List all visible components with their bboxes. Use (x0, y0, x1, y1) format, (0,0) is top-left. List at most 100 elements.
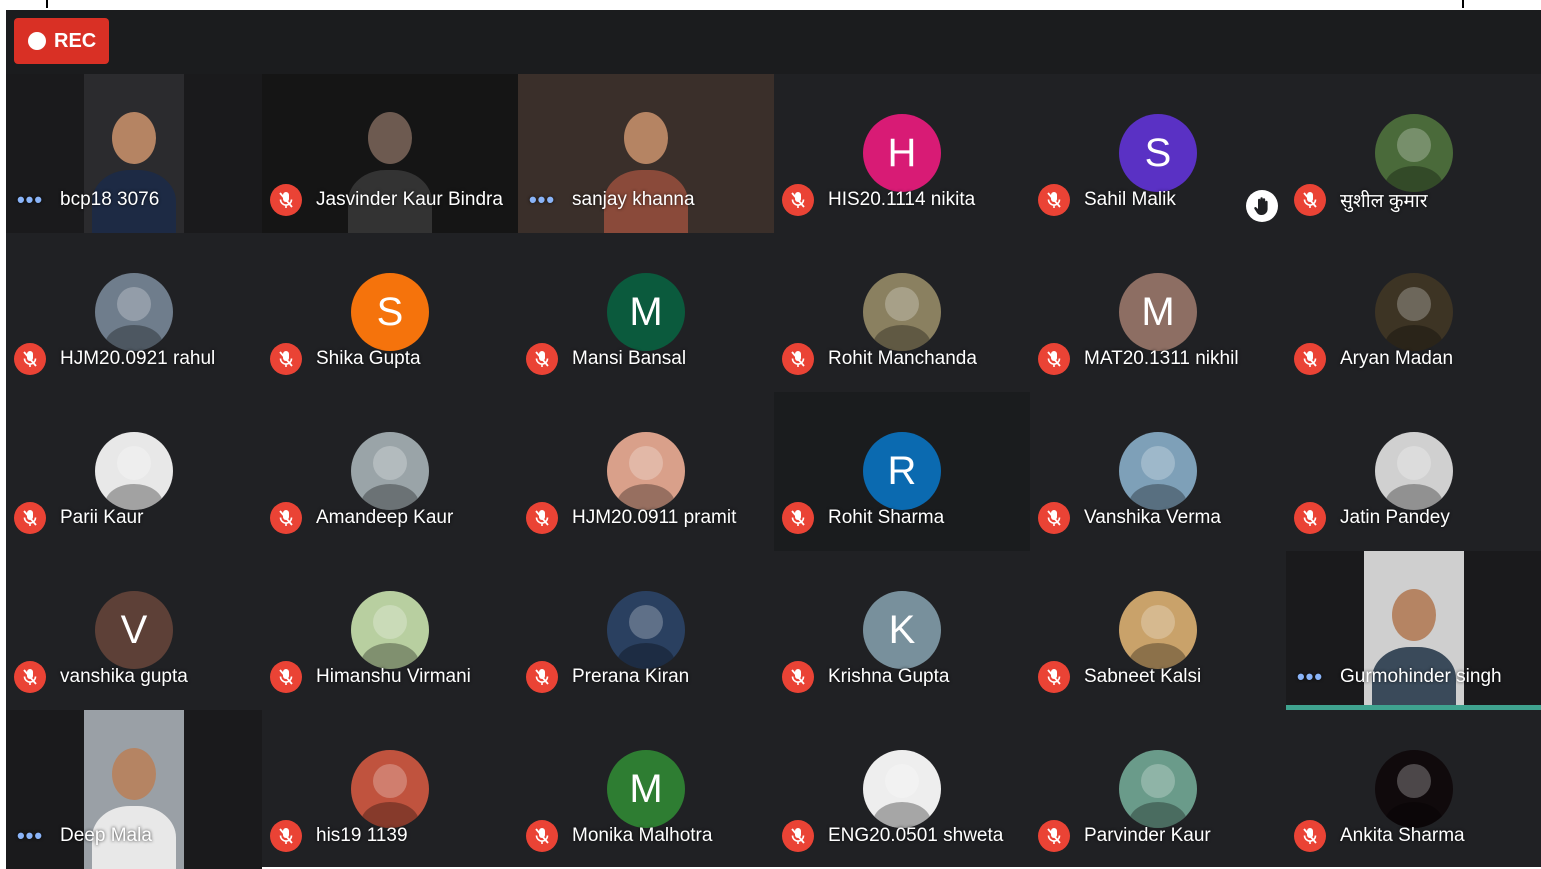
participant-tile[interactable]: ••• Deep Mala (6, 710, 262, 869)
participant-label: Vanshika Verma (1038, 502, 1221, 534)
mic-off-icon (1038, 820, 1070, 852)
participant-name: Prerana Kiran (572, 666, 690, 687)
participant-name: MAT20.1311 nikhil (1084, 348, 1239, 369)
participant-label: ••• Gurmohinder singh (1294, 661, 1502, 693)
participant-label: Jatin Pandey (1294, 502, 1450, 534)
recording-label: REC (54, 29, 97, 52)
mic-off-icon (782, 184, 814, 216)
participant-label: Ankita Sharma (1294, 820, 1465, 852)
participant-label: Himanshu Virmani (270, 661, 471, 693)
participant-name: vanshika gupta (60, 666, 188, 687)
avatar-initial: S (1119, 114, 1197, 192)
participant-name: Parvinder Kaur (1084, 825, 1211, 846)
participant-label: ••• Deep Mala (14, 820, 152, 852)
avatar-photo (1119, 591, 1197, 669)
participant-tile[interactable]: S Shika Gupta (262, 233, 518, 392)
participant-tile[interactable]: Sabneet Kalsi (1030, 551, 1286, 710)
avatar-photo (95, 273, 173, 351)
avatar-initial: M (607, 750, 685, 828)
mic-off-icon (1294, 502, 1326, 534)
participant-name: Ankita Sharma (1340, 825, 1465, 846)
participant-tile[interactable]: सुशील कुमार (1286, 74, 1541, 233)
participant-name: Vanshika Verma (1084, 507, 1221, 528)
participant-label: ••• bcp18 3076 (14, 184, 159, 216)
top-bar (6, 10, 1541, 74)
participant-tile[interactable]: K Krishna Gupta (774, 551, 1030, 710)
participant-label: Aryan Madan (1294, 343, 1453, 375)
participant-tile[interactable]: M Monika Malhotra (518, 710, 774, 869)
mic-off-icon (1294, 820, 1326, 852)
participant-label: vanshika gupta (14, 661, 188, 693)
participant-tile[interactable]: M Mansi Bansal (518, 233, 774, 392)
participant-name: his19 1139 (316, 825, 408, 846)
participant-label: ••• sanjay khanna (526, 184, 695, 216)
participant-name: Amandeep Kaur (316, 507, 454, 528)
more-options-icon[interactable]: ••• (526, 184, 558, 216)
participant-tile[interactable]: Himanshu Virmani (262, 551, 518, 710)
participant-tile[interactable]: Jatin Pandey (1286, 392, 1541, 551)
participant-label: HJM20.0921 rahul (14, 343, 215, 375)
participant-tile[interactable]: Aryan Madan (1286, 233, 1541, 392)
participant-label: Jasvinder Kaur Bindra (270, 184, 503, 216)
participant-tile[interactable]: HJM20.0921 rahul (6, 233, 262, 392)
participant-tile[interactable]: Jasvinder Kaur Bindra (262, 74, 518, 233)
participant-tile[interactable]: ••• sanjay khanna (518, 74, 774, 233)
avatar-initial: M (1119, 273, 1197, 351)
mic-off-icon (14, 343, 46, 375)
participant-name: Himanshu Virmani (316, 666, 471, 687)
participant-tile[interactable]: Rohit Manchanda (774, 233, 1030, 392)
avatar-photo (1375, 273, 1453, 351)
participant-label: Mansi Bansal (526, 343, 686, 375)
participant-tile[interactable]: M MAT20.1311 nikhil (1030, 233, 1286, 392)
mic-off-icon (1294, 343, 1326, 375)
window-edge-right (1462, 0, 1464, 8)
participant-tile[interactable]: his19 1139 (262, 710, 518, 869)
participant-tile[interactable]: Vanshika Verma (1030, 392, 1286, 551)
participant-label: Sabneet Kalsi (1038, 661, 1201, 693)
participant-tile[interactable]: Amandeep Kaur (262, 392, 518, 551)
mic-off-icon (1038, 502, 1070, 534)
participant-name: Krishna Gupta (828, 666, 950, 687)
participant-name: Sahil Malik (1084, 189, 1176, 210)
participant-tile[interactable]: Ankita Sharma (1286, 710, 1541, 869)
mic-off-icon (270, 502, 302, 534)
avatar-photo (1375, 750, 1453, 828)
participant-tile[interactable]: ••• Gurmohinder singh (1286, 551, 1541, 710)
participant-tile[interactable]: Parii Kaur (6, 392, 262, 551)
participant-tile[interactable]: ••• bcp18 3076 (6, 74, 262, 233)
participant-tile[interactable]: ENG20.0501 shweta (774, 710, 1030, 869)
avatar-initial: R (863, 432, 941, 510)
participant-label: Shika Gupta (270, 343, 421, 375)
participant-name: Jasvinder Kaur Bindra (316, 189, 503, 210)
participant-tile[interactable]: Parvinder Kaur (1030, 710, 1286, 869)
mic-off-icon (270, 820, 302, 852)
participant-label: Prerana Kiran (526, 661, 689, 693)
participant-tile[interactable]: Prerana Kiran (518, 551, 774, 710)
mic-off-icon (1038, 343, 1070, 375)
participant-tile[interactable]: H HIS20.1114 nikita (774, 74, 1030, 233)
mic-off-icon (270, 343, 302, 375)
participant-label: Amandeep Kaur (270, 502, 453, 534)
participant-label: HIS20.1114 nikita (782, 184, 975, 216)
avatar-photo (351, 750, 429, 828)
more-options-icon[interactable]: ••• (1294, 661, 1326, 693)
mic-off-icon (526, 661, 558, 693)
avatar-photo (1119, 750, 1197, 828)
participant-label: his19 1139 (270, 820, 408, 852)
mic-off-icon (1038, 184, 1070, 216)
participant-tile[interactable]: Vvanshika gupta (6, 551, 262, 710)
participant-name: sanjay khanna (572, 189, 695, 210)
more-options-icon[interactable]: ••• (14, 820, 46, 852)
participant-tile[interactable]: R Rohit Sharma (774, 392, 1030, 551)
participant-label: MAT20.1311 nikhil (1038, 343, 1239, 375)
participant-tile[interactable]: HJM20.0911 pramit (518, 392, 774, 551)
participant-label: Krishna Gupta (782, 661, 949, 693)
more-options-icon[interactable]: ••• (14, 184, 46, 216)
participant-name: सुशील कुमार (1340, 191, 1428, 212)
raised-hand-icon (1246, 190, 1278, 222)
avatar-photo (607, 591, 685, 669)
participant-name: bcp18 3076 (60, 189, 160, 210)
participant-tile[interactable]: S Sahil Malik (1030, 74, 1286, 233)
avatar-initial: M (607, 273, 685, 351)
avatar-photo (95, 432, 173, 510)
